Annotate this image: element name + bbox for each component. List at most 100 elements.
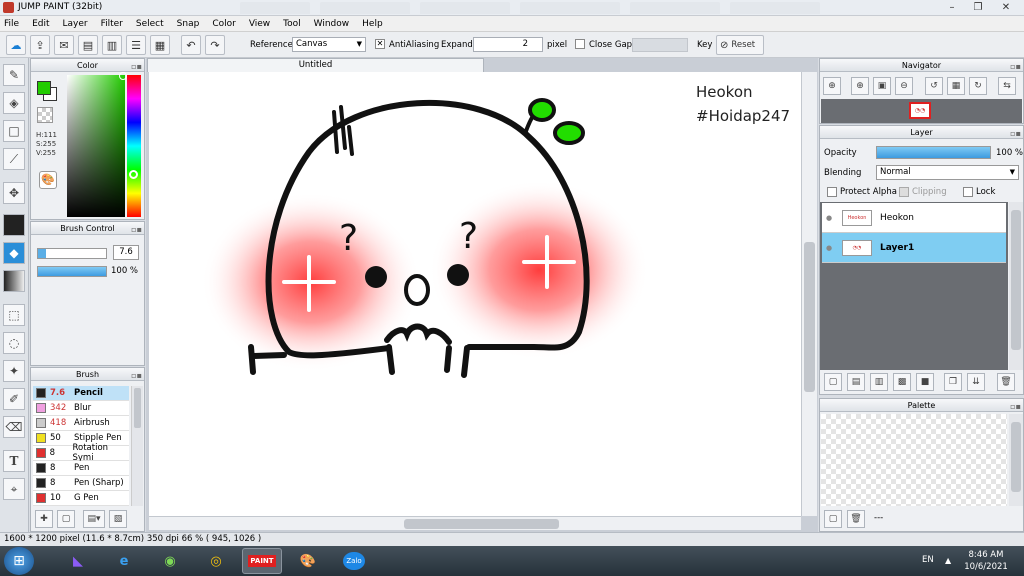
brush-size-input[interactable]: 7.6 [113,245,139,260]
document-icon[interactable]: ▥ [102,35,122,55]
saturation-value-picker[interactable] [67,72,127,217]
menu-file[interactable]: File [4,19,19,29]
delete-layer-icon[interactable]: 🗑 [997,373,1015,391]
palette-scrollbar[interactable] [1009,414,1023,506]
upload-icon[interactable]: ⇪ [30,35,50,55]
magic-wand-tool-icon[interactable]: ✦ [3,360,25,382]
document-tab[interactable]: Untitled [147,58,484,72]
paint-palette-icon[interactable]: 🎨 [288,548,328,574]
brush-settings-icon[interactable]: ▧ [109,510,127,528]
bucket-tool-icon[interactable]: ◆ [3,242,25,264]
gradient-tool-icon[interactable] [3,270,25,292]
palette-icon[interactable]: 🎨 [39,171,57,189]
brush-list-scrollbar[interactable] [131,386,143,506]
chrome-icon[interactable]: ◎ [196,548,236,574]
hue-slider[interactable] [127,75,141,217]
redo-icon[interactable]: ↷ [205,35,225,55]
visibility-icon[interactable]: ● [822,244,836,252]
internet-explorer-icon[interactable]: e [104,548,144,574]
new-layer-icon[interactable]: ▢ [824,373,842,391]
zoom-actual-icon[interactable]: ▣ [873,77,891,95]
reset-button[interactable]: ⊘ Reset [716,35,764,55]
layer-opacity-slider[interactable] [876,146,991,159]
navigator-preview[interactable]: ◔◔ [821,99,1022,123]
palette-more[interactable]: --- [874,513,883,523]
foreground-color-swatch[interactable] [37,81,51,95]
horizontal-scrollbar[interactable] [149,516,801,530]
coccoc-browser-icon[interactable]: ◉ [150,548,190,574]
copy-layer-icon[interactable]: ❐ [944,373,962,391]
navigator-thumbnail[interactable]: ◔◔ [909,102,931,119]
tray-chevron-icon[interactable]: ▲ [945,556,951,565]
maximize-icon[interactable]: ❐ [966,1,990,14]
cloud-icon[interactable]: ☁ [6,35,26,55]
message-icon[interactable]: ▤ [78,35,98,55]
clipping-checkbox[interactable] [899,187,909,197]
brush-item[interactable]: 8 Pen (Sharp) [33,476,129,491]
reference-select[interactable]: Canvas ▼ [292,37,366,52]
panel-menu-icon[interactable]: ▫▪ [1010,127,1021,140]
menu-edit[interactable]: Edit [32,19,49,29]
layer-row[interactable]: ● Heokon Heokon [822,203,1006,233]
menu-tool[interactable]: Tool [283,19,300,29]
antialiasing-checkbox[interactable]: ✕ [375,39,385,49]
select-pen-tool-icon[interactable]: ✐ [3,388,25,410]
eyedropper-tool-icon[interactable]: ⌖ [3,478,25,500]
layer-row[interactable]: ● ◔◔ Layer1 [822,233,1006,263]
clock[interactable]: 8:46 AM 10/6/2021 [960,549,1012,573]
screentone-layer-icon[interactable]: ▩ [893,373,911,391]
menu-snap[interactable]: Snap [177,19,200,29]
brush-item[interactable]: 8 Rotation Symi [33,443,129,463]
close-icon[interactable]: ✕ [994,1,1018,14]
menu-filter[interactable]: Filter [101,19,123,29]
brush-item[interactable]: 418 Airbrush [33,416,129,431]
merge-layer-icon[interactable]: ⇊ [967,373,985,391]
rect-select-tool-icon[interactable]: ⬚ [3,304,25,326]
menu-select[interactable]: Select [136,19,164,29]
rotate-left-icon[interactable]: ↺ [925,77,943,95]
menu-layer[interactable]: Layer [63,19,88,29]
brush-size-slider[interactable] [37,248,107,259]
zoom-in-icon[interactable]: ⊕ [851,77,869,95]
delete-palette-icon[interactable]: 🗑 [847,510,865,528]
drawing-canvas[interactable]: ? ? Heokon #Hoidap247 [149,72,801,516]
eraser-tool-icon[interactable]: ◈ [3,92,25,114]
brush-item[interactable]: 342 Blur [33,401,129,416]
select-eraser-tool-icon[interactable]: ⌫ [3,416,25,438]
undo-icon[interactable]: ↶ [181,35,201,55]
jump-paint-taskbar-icon[interactable]: PAINT [242,548,282,574]
menu-window[interactable]: Window [314,19,350,29]
brush-tool-icon[interactable]: ✎ [3,64,25,86]
rotate-reset-icon[interactable]: ▦ [947,77,965,95]
menu-help[interactable]: Help [362,19,383,29]
palette-swatches[interactable] [821,414,1007,506]
menu-view[interactable]: View [249,19,270,29]
list-icon[interactable]: ☰ [126,35,146,55]
rectangle-tool-icon[interactable]: □ [3,120,25,142]
rotate-right-icon[interactable]: ↻ [969,77,987,95]
vertical-scrollbar[interactable] [801,72,817,516]
zoom-fit-icon[interactable]: ⊕ [823,77,841,95]
text-tool-icon[interactable]: T [3,450,25,472]
close-gaps-slider[interactable] [632,38,688,52]
blending-select[interactable]: Normal ▼ [876,165,1019,180]
panel-menu-icon[interactable]: ▫▪ [1010,60,1021,73]
panel-menu-icon[interactable]: ▫▪ [131,223,142,236]
move-tool-icon[interactable]: ✥ [3,182,25,204]
panel-menu-icon[interactable]: ▫▪ [1010,400,1021,413]
brush-item[interactable]: 8 Pen [33,461,129,476]
brush-opacity-slider[interactable] [37,266,107,277]
language-indicator[interactable]: EN [922,555,934,565]
horizontal-scroll-thumb[interactable] [404,519,559,529]
lasso-tool-icon[interactable]: ◌ [3,332,25,354]
new-raster-layer-icon[interactable]: ▥ [870,373,888,391]
zalo-taskbar-icon[interactable]: Zalo [334,548,374,574]
menu-color[interactable]: Color [212,19,236,29]
brush-menu-icon[interactable]: ▤▾ [83,510,105,528]
zoom-out-icon[interactable]: ⊖ [895,77,913,95]
brush-item[interactable]: 7.6 Pencil [33,386,129,401]
panel-menu-icon[interactable]: ▫▪ [131,60,142,73]
panel-menu-icon[interactable]: ▫▪ [131,369,142,382]
visual-studio-icon[interactable]: ◣ [58,548,98,574]
close-gaps-checkbox[interactable] [575,39,585,49]
